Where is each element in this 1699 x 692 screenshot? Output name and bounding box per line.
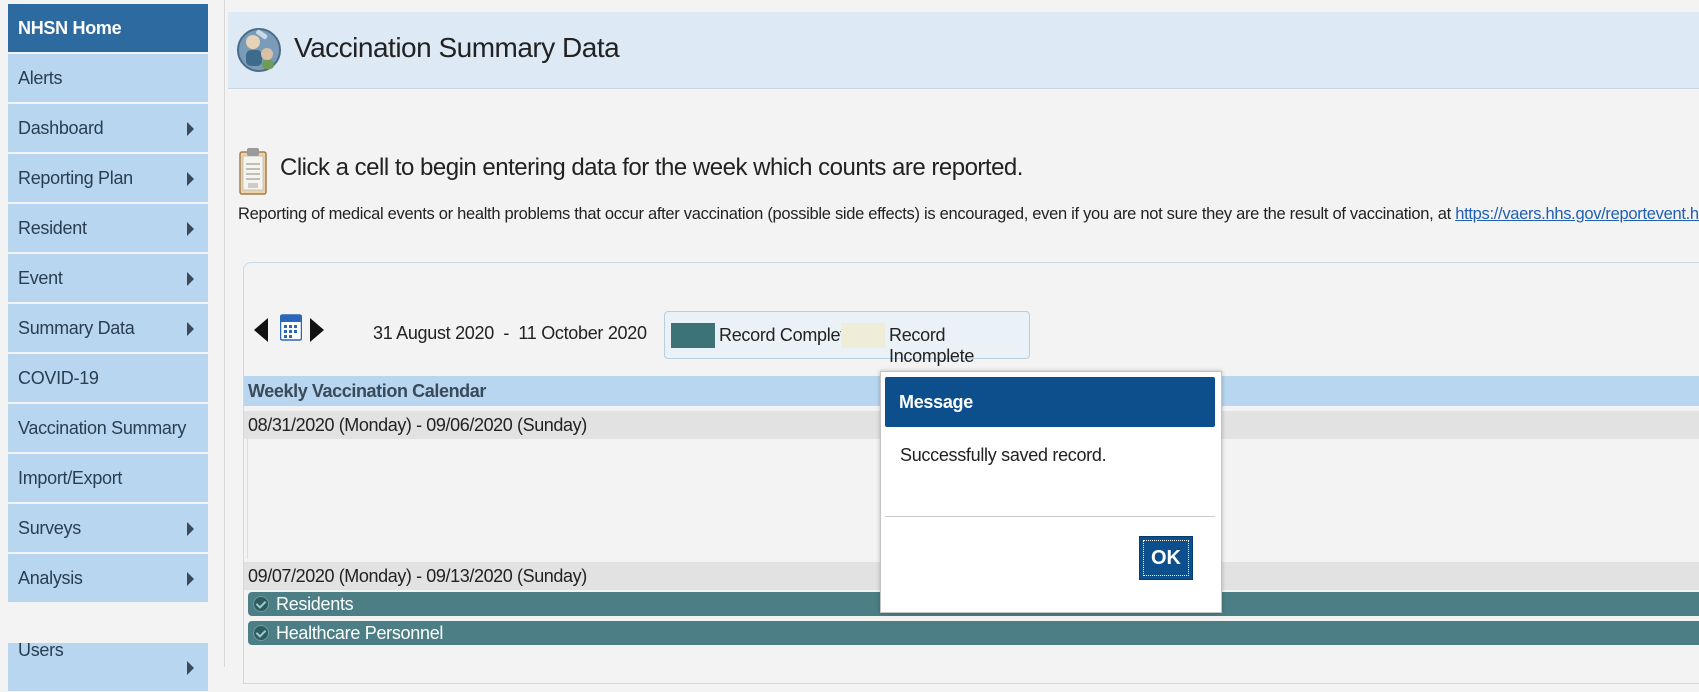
vaers-note: Reporting of medical events or health pr… [238,205,1699,224]
vaers-report-link[interactable]: https://vaers.hhs.gov/reportevent.html. [1455,205,1699,223]
sidebar-item-label: Dashboard [18,118,104,138]
legend: Record Complete Record Incomplete [664,311,1030,366]
sidebar-item-label: Reporting Plan [18,168,133,188]
caret-right-icon [187,322,194,336]
sidebar-item-label: Event [18,268,63,288]
caret-right-icon [187,661,194,675]
check-circle-icon [253,596,269,612]
message-dialog: Message Successfully saved record. OK [880,371,1222,613]
page-title: Vaccination Summary Data [294,32,620,63]
caret-right-icon [187,572,194,586]
ok-button[interactable]: OK [1139,536,1193,580]
sidebar-item-summary-data[interactable]: Summary Data [8,304,208,353]
calendar-icon[interactable] [280,313,302,341]
next-arrow-icon[interactable] [310,318,324,342]
sidebar-item-label: Vaccination Summary [18,418,187,438]
caret-right-icon [187,272,194,286]
vaers-note-text: Reporting of medical events or health pr… [238,205,1456,223]
page-header: Vaccination Summary Data [228,12,1699,89]
dialog-title-bar: Message [885,377,1215,427]
nhsn-logo-icon [237,28,281,72]
sidebar-item-covid-19[interactable]: COVID-19 [8,354,208,403]
legend-incomplete-swatch [841,323,885,348]
sidebar-nav: NHSN Home Alerts Dashboard Reporting Pla… [0,0,216,692]
legend-incomplete-label: Record Incomplete [889,325,975,366]
sidebar-item-label: Surveys [18,518,81,538]
sidebar-item-nhsn-home[interactable]: NHSN Home [8,4,208,53]
dialog-divider [885,516,1215,517]
sidebar-item-label: NHSN Home [18,18,122,38]
sidebar-item-label: COVID-19 [18,368,99,388]
legend-complete-swatch [671,323,715,348]
instruction-text: Click a cell to begin entering data for … [280,154,1023,181]
sidebar-item-dashboard[interactable]: Dashboard [8,104,208,153]
clipboard-icon [239,148,267,195]
sidebar-item-resident[interactable]: Resident [8,204,208,253]
record-label: Healthcare Personnel [276,623,444,643]
sidebar-item-label: Alerts [18,68,63,88]
sidebar-item-alerts[interactable]: Alerts [8,54,208,103]
dialog-title: Message [899,392,973,412]
date-range: 31 August 2020 - 11 October 2020 [373,323,647,343]
record-healthcare-personnel[interactable]: Healthcare Personnel [248,621,1699,645]
sidebar-item-import-export[interactable]: Import/Export [8,454,208,503]
check-circle-icon [253,625,269,641]
sidebar-item-label: Import/Export [18,468,123,488]
sidebar-item-label: Resident [18,218,87,238]
sidebar-item-reporting-plan[interactable]: Reporting Plan [8,154,208,203]
caret-right-icon [187,222,194,236]
sidebar-item-users[interactable]: Users [8,640,208,692]
record-label: Residents [276,594,354,614]
sidebar-item-label: Summary Data [18,318,135,338]
caret-right-icon [187,172,194,186]
legend-complete-label: Record Complete [719,325,855,345]
caret-right-icon [187,122,194,136]
caret-right-icon [187,522,194,536]
sidebar-item-label: Analysis [18,568,83,588]
sidebar-item-label: Users [18,640,64,660]
sidebar-item-vaccination-summary[interactable]: Vaccination Summary [8,404,208,453]
dialog-message: Successfully saved record. [900,445,1107,465]
sidebar-item-analysis[interactable]: Analysis [8,554,208,603]
previous-arrow-icon[interactable] [254,318,268,342]
sidebar-item-surveys[interactable]: Surveys [8,504,208,553]
sidebar-item-event[interactable]: Event [8,254,208,303]
